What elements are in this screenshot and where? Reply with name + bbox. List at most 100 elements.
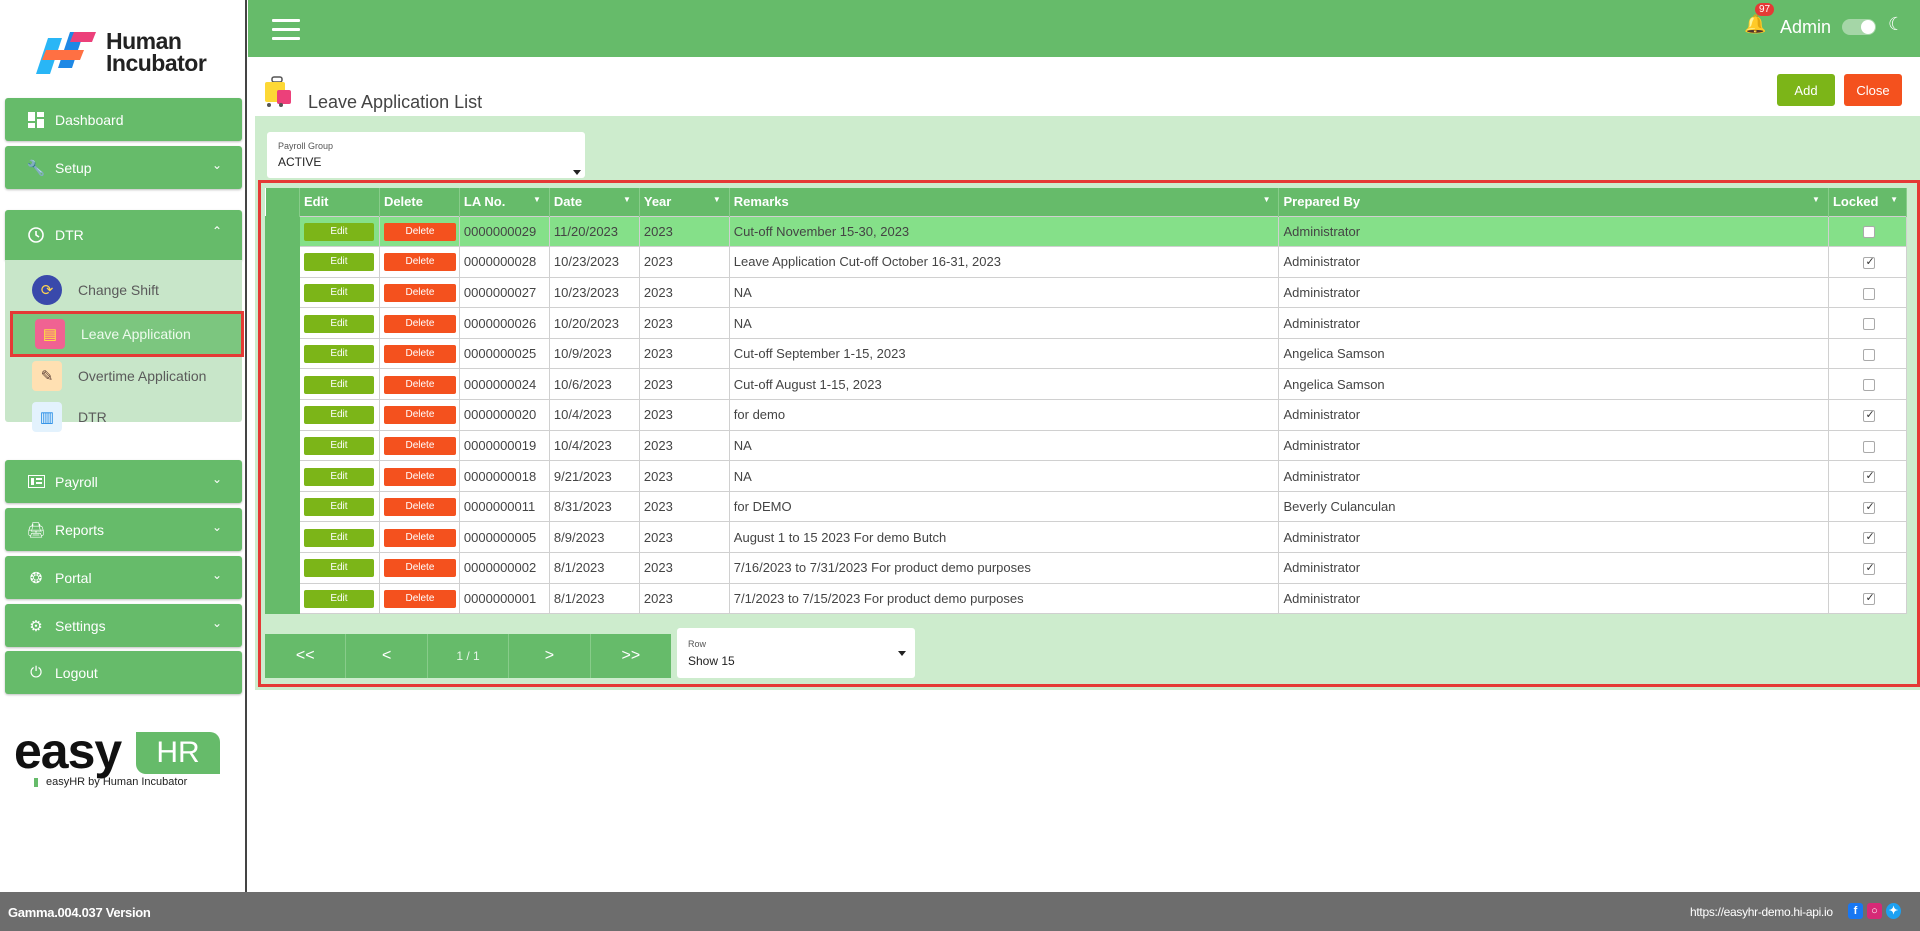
edit-button[interactable]: Edit — [303, 406, 374, 425]
delete-button[interactable]: Delete — [383, 406, 456, 425]
delete-button[interactable]: Delete — [383, 375, 456, 394]
delete-button[interactable]: Delete — [383, 589, 456, 608]
year-cell: 2023 — [638, 460, 730, 492]
header-year[interactable]: Year ▼ — [639, 188, 730, 216]
edit-button[interactable]: Edit — [303, 345, 374, 364]
locked-checkbox[interactable] — [1863, 379, 1876, 392]
human-incubator-logo[interactable]: Human Incubator — [34, 24, 224, 78]
chevron-down-icon: ⌄ — [211, 472, 222, 486]
nav-logout[interactable]: ⏻ Logout — [5, 651, 242, 694]
year-cell: 2023 — [638, 307, 730, 339]
table-row[interactable]: Edit Delete 0000000027 10/23/2023 2023 NA Admi… — [265, 276, 1908, 309]
delete-button[interactable]: Delete — [383, 498, 456, 517]
locked-checkbox[interactable] — [1863, 500, 1876, 514]
delete-button[interactable]: Delete — [383, 283, 456, 302]
locked-checkbox[interactable] — [1863, 469, 1876, 484]
nav-dashboard[interactable]: Dashboard — [5, 98, 242, 141]
first-page-button[interactable]: << — [265, 634, 347, 678]
locked-checkbox[interactable] — [1863, 591, 1876, 606]
nav-portal[interactable]: ❂ Portal ⌄ — [5, 556, 242, 599]
edit-button[interactable]: Edit — [303, 253, 374, 272]
table-row[interactable]: Edit Delete 0000000011 8/31/2023 2023 for DEM… — [265, 490, 1908, 523]
table-row[interactable]: Edit Delete 0000000026 10/20/2023 2023 NA Admi… — [265, 307, 1908, 339]
header-prepared-by[interactable]: Prepared By ▼ — [1278, 188, 1829, 216]
delete-cell: Delete — [378, 552, 460, 584]
close-button[interactable]: Close — [1844, 74, 1902, 106]
nav-settings[interactable]: ⚙ Settings ⌄ — [5, 604, 242, 647]
header-la-no[interactable]: LA No. ▼ — [459, 188, 550, 216]
table-body: Edit Delete 0000000029 11/20/2023 2023 Cut-of… — [265, 215, 1908, 615]
edit-button[interactable]: Edit — [303, 559, 374, 578]
pagination: << < 1 / 1 > >> — [265, 634, 671, 678]
moon-icon: ☾ — [1888, 14, 1905, 34]
user-name[interactable]: Admin — [1780, 17, 1831, 38]
locked-checkbox[interactable] — [1863, 408, 1876, 422]
hamburger-menu-icon[interactable] — [272, 19, 300, 40]
table-row[interactable]: Edit Delete 0000000018 9/21/2023 2023 NA Admin… — [265, 460, 1908, 492]
nav-payroll[interactable]: Payroll ⌄ — [5, 460, 242, 503]
edit-button[interactable]: Edit — [303, 467, 374, 486]
table-row[interactable]: Edit Delete 0000000028 10/23/2023 2023 Leave … — [265, 246, 1908, 278]
delete-button[interactable]: Delete — [383, 467, 456, 486]
table-row[interactable]: Edit Delete 0000000002 8/1/2023 2023 7/16/202… — [265, 552, 1908, 584]
theme-toggle[interactable] — [1842, 19, 1876, 35]
edit-button[interactable]: Edit — [303, 589, 374, 608]
next-page-button[interactable]: > — [509, 634, 591, 678]
delete-button[interactable]: Delete — [383, 528, 456, 547]
delete-button[interactable]: Delete — [383, 253, 456, 272]
prev-page-button[interactable]: < — [346, 634, 428, 678]
nav-reports[interactable]: 🖨 Reports ⌄ — [5, 508, 242, 551]
nav-setup[interactable]: 🔧 Setup ⌄ — [5, 146, 242, 189]
locked-cell — [1827, 246, 1908, 278]
header-locked[interactable]: Locked ▼ — [1828, 188, 1908, 216]
locked-checkbox[interactable] — [1863, 440, 1876, 453]
last-page-button[interactable]: >> — [591, 634, 671, 678]
locked-checkbox[interactable] — [1863, 530, 1876, 545]
locked-checkbox[interactable] — [1863, 348, 1876, 361]
delete-button[interactable]: Delete — [383, 345, 456, 364]
locked-cell — [1827, 307, 1908, 339]
edit-button[interactable]: Edit — [303, 528, 374, 547]
locked-checkbox[interactable] — [1863, 287, 1876, 300]
table-row[interactable]: Edit Delete 0000000020 10/4/2023 2023 for dem… — [265, 399, 1908, 431]
table-row[interactable]: Edit Delete 0000000001 8/1/2023 2023 7/1/2023… — [265, 582, 1908, 615]
twitter-icon[interactable]: ✦ — [1886, 903, 1901, 919]
app-root: Human Incubator Dashboard 🔧 Setup ⌄ DTR … — [0, 0, 1920, 931]
delete-button[interactable]: Delete — [383, 436, 456, 455]
locked-checkbox[interactable] — [1863, 318, 1876, 331]
submenu-change-shift[interactable]: ⟳ Change Shift — [10, 270, 244, 310]
edit-button[interactable]: Edit — [303, 375, 374, 394]
locked-checkbox[interactable] — [1863, 255, 1876, 269]
edit-button[interactable]: Edit — [303, 222, 374, 241]
add-button[interactable]: Add — [1777, 74, 1835, 106]
edit-button[interactable]: Edit — [303, 283, 374, 302]
edit-button[interactable]: Edit — [303, 498, 374, 517]
locked-checkbox[interactable] — [1863, 226, 1876, 239]
edit-button[interactable]: Edit — [303, 436, 374, 455]
payroll-group-select[interactable]: Payroll Group ACTIVE — [267, 132, 585, 178]
instagram-icon[interactable]: ○ — [1867, 903, 1882, 919]
header-remarks[interactable]: Remarks ▼ — [729, 188, 1280, 216]
bell-icon[interactable]: 🔔 — [1744, 14, 1766, 35]
nav-dtr[interactable]: DTR ⌃ — [5, 210, 242, 260]
table-row[interactable]: Edit Delete 0000000029 11/20/2023 2023 Cut-of… — [265, 215, 1908, 248]
submenu-overtime-application[interactable]: ✎ Overtime Application — [10, 356, 244, 396]
submenu-dtr[interactable]: ▥ DTR — [10, 400, 244, 434]
locked-checkbox[interactable] — [1863, 561, 1876, 575]
la-no-cell: 0000000020 — [458, 399, 550, 431]
table-row[interactable]: Edit Delete 0000000025 10/9/2023 2023 Cut-off… — [265, 337, 1908, 370]
table-row[interactable]: Edit Delete 0000000019 10/4/2023 2023 NA Admin… — [265, 429, 1908, 462]
delete-button[interactable]: Delete — [383, 314, 456, 333]
facebook-icon[interactable]: f — [1848, 903, 1863, 919]
edit-cell: Edit — [298, 490, 380, 523]
rows-per-page-select[interactable]: Row Show 15 — [677, 628, 915, 678]
delete-button[interactable]: Delete — [383, 559, 456, 578]
submenu-leave-application[interactable]: ▤ Leave Application — [10, 311, 244, 357]
delete-button[interactable]: Delete — [383, 222, 456, 241]
edit-button[interactable]: Edit — [303, 314, 374, 333]
table-row[interactable]: Edit Delete 0000000024 10/6/2023 2023 Cut-off… — [265, 368, 1908, 401]
delete-cell: Delete — [378, 429, 460, 462]
site-url[interactable]: https://easyhr-demo.hi-api.io — [1690, 905, 1833, 919]
table-row[interactable]: Edit Delete 0000000005 8/9/2023 2023 August 1… — [265, 521, 1908, 554]
header-date[interactable]: Date ▼ — [549, 188, 640, 216]
